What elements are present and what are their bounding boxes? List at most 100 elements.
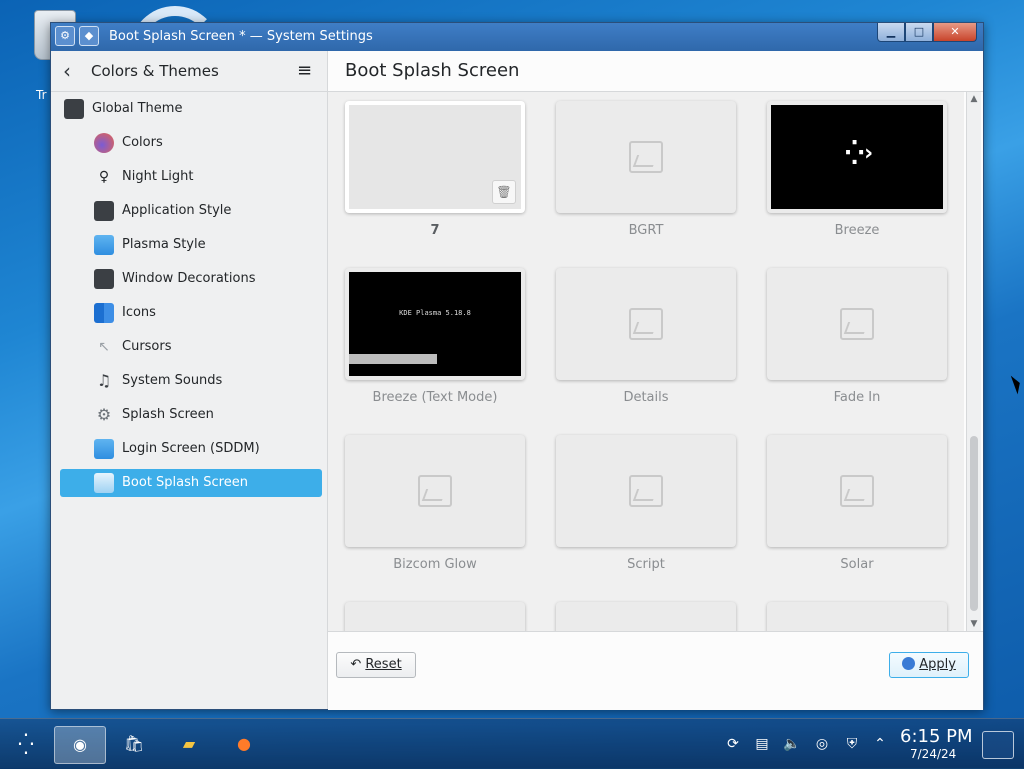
firefox-icon: ● [237,734,251,753]
theme-tile-solar[interactable] [767,435,947,547]
theme-label: Bizcom Glow [393,557,477,572]
image-placeholder-icon [840,475,874,507]
sidebar-header: ‹ Colors & Themes ≡ [51,51,327,92]
theme-label: Breeze [834,223,880,238]
sidebar-item-window-decorations[interactable]: Window Decorations [60,265,322,293]
theme-tile-bgrt[interactable] [556,101,736,213]
theme-tile-script[interactable] [556,435,736,547]
plasma-style-icon [94,235,114,255]
system-settings-icon: ◉ [73,735,87,754]
minimize-button[interactable]: ▁ [877,23,905,42]
theme-tile-7[interactable]: 🗑 [345,101,525,213]
theme-tile-bizcom-glow[interactable] [345,435,525,547]
back-arrow-icon[interactable]: ‹ [63,61,85,83]
sidebar-item-label: Icons [122,305,156,320]
sidebar-item-label: Splash Screen [122,407,214,422]
undo-icon: ↶ [350,657,362,672]
scrollbar-thumb[interactable] [970,436,978,611]
reset-button[interactable]: ↶ Reset [336,652,416,678]
sidebar-item-splash-screen[interactable]: ⚙ Splash Screen [60,401,322,429]
window-decorations-icon [94,269,114,289]
taskbar: ⁛ ◉ 🛍 ▰ ● ⟳ ▤ 🔈 ◎ ⛨ ⌃ 6:15 PM 7/24/24 [0,718,1024,769]
scroll-down-icon[interactable]: ▼ [967,617,981,631]
hamburger-menu-icon[interactable]: ≡ [297,62,317,81]
close-button[interactable]: ✕ [933,23,977,42]
text-mode-progress-bar [349,354,437,364]
theme-label: Details [623,390,669,405]
sidebar: ‹ Colors & Themes ≡ Global Theme Colors … [51,51,328,709]
mouse-cursor-icon [1010,373,1024,395]
theme-grid-scrollbar[interactable]: ▲ ▼ [966,92,981,631]
file-manager-icon: ▰ [182,734,196,753]
sidebar-item-label: Plasma Style [122,237,206,252]
taskbar-file-manager[interactable]: ▰ [164,726,214,762]
kde-start-icon[interactable]: ⁛ [10,728,42,760]
taskbar-system-settings[interactable]: ◉ [54,726,106,764]
system-settings-window: ⚙ ◆ Boot Splash Screen * — System Settin… [50,22,984,710]
theme-label: Fade In [833,390,881,405]
disc-icon[interactable]: ◎ [812,734,832,754]
theme-tile-fade-in[interactable] [767,268,947,380]
theme-tile[interactable] [556,602,736,631]
image-placeholder-icon [629,475,663,507]
sidebar-item-cursors[interactable]: ↖ Cursors [60,333,322,361]
clock-time[interactable]: 6:15 PM [900,726,973,747]
discover-icon: 🛍 [123,734,145,753]
theme-tile[interactable] [767,602,947,631]
sidebar-item-global-theme[interactable]: Global Theme [60,95,322,123]
theme-tile-details[interactable] [556,268,736,380]
page-title: Boot Splash Screen [345,60,520,81]
desktop-trash-label: Tr [36,88,47,102]
window-controls: ▁ □ ✕ [877,23,977,43]
breeze-logo-icon: ⁛› [845,141,874,166]
theme-tile-breeze[interactable]: ⁛› [767,101,947,213]
apply-button[interactable]: Apply [889,652,969,678]
theme-preview: ⁛› [771,105,943,209]
theme-tile[interactable] [345,602,525,631]
image-placeholder-icon [840,308,874,340]
sidebar-item-label: Colors [122,135,163,150]
main-header: Boot Splash Screen [328,51,983,92]
sidebar-item-night-light[interactable]: ♀ Night Light [60,163,322,191]
volume-icon[interactable]: 🔈 [782,734,802,754]
taskbar-discover[interactable]: 🛍 [109,726,159,762]
title-bar[interactable]: ⚙ ◆ Boot Splash Screen * — System Settin… [51,23,983,51]
maximize-button[interactable]: □ [905,23,933,42]
sidebar-item-system-sounds[interactable]: ♫ System Sounds [60,367,322,395]
sidebar-item-boot-splash-screen[interactable]: Boot Splash Screen [60,469,322,497]
taskbar-firefox[interactable]: ● [219,726,269,762]
sidebar-item-label: Login Screen (SDDM) [122,441,260,456]
system-settings-icon[interactable]: ⚙ [55,26,75,46]
apply-label: Apply [919,657,956,672]
expand-tray-icon[interactable]: ⌃ [870,734,890,754]
sidebar-item-label: Application Style [122,203,232,218]
theme-tile-breeze-text-mode[interactable]: KDE Plasma 5.18.8 [345,268,525,380]
clipboard-icon[interactable]: ▤ [752,734,772,754]
trash-icon[interactable]: 🗑 [492,180,516,204]
theme-label: Breeze (Text Mode) [372,390,498,405]
scroll-up-icon[interactable]: ▲ [967,92,981,106]
sidebar-title: Colors & Themes [91,62,219,80]
sidebar-item-label: Window Decorations [122,271,256,286]
sidebar-item-label: Night Light [122,169,194,184]
security-icon[interactable]: ⛨ [842,734,862,754]
sidebar-item-icons[interactable]: Icons [60,299,322,327]
sidebar-item-plasma-style[interactable]: Plasma Style [60,231,322,259]
theme-label: Solar [840,557,874,572]
theme-label: BGRT [628,223,664,238]
text-mode-preview-text: KDE Plasma 5.18.8 [399,309,471,317]
sidebar-item-label: System Sounds [122,373,223,388]
window-menu-icon[interactable]: ◆ [79,26,99,46]
sidebar-item-label: Cursors [122,339,172,354]
clock-date[interactable]: 7/24/24 [910,747,956,761]
night-light-icon: ♀ [98,169,110,185]
sidebar-item-label: Boot Splash Screen [122,475,248,490]
sidebar-item-application-style[interactable]: Application Style [60,197,322,225]
update-icon[interactable]: ⟳ [723,734,743,754]
sidebar-item-colors[interactable]: Colors [60,129,322,157]
splash-screen-icon: ⚙ [96,405,112,424]
theme-label: 7 [430,223,440,238]
sidebar-item-login-screen[interactable]: Login Screen (SDDM) [60,435,322,463]
image-placeholder-icon [629,141,663,173]
show-desktop-icon[interactable] [982,731,1014,759]
